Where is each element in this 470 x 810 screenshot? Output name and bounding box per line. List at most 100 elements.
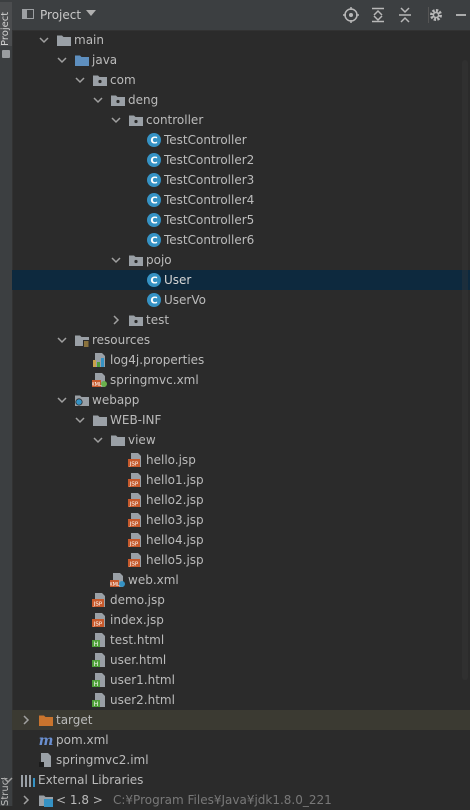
expand-all-icon[interactable]	[369, 6, 387, 24]
tree-row-user1-html-file[interactable]: Huser1.html	[12, 670, 470, 690]
tree-label: web.xml	[128, 573, 179, 587]
project-tree: main java com deng controller C TestController…	[3, 30, 470, 807]
tree-label: < 1.8 >	[56, 793, 103, 807]
chevron-right-icon[interactable]	[110, 314, 122, 326]
project-tool-icon[interactable]	[2, 50, 10, 58]
chevron-down-icon[interactable]	[56, 334, 68, 346]
tree-label: External Libraries	[38, 773, 144, 787]
html-icon: H	[92, 632, 108, 648]
tree-row-testcontroller4-class[interactable]: C TestController4	[12, 190, 470, 210]
class-icon: C	[146, 292, 162, 308]
folder-blue-icon	[74, 52, 90, 68]
tree-label: main	[74, 33, 104, 47]
tree-row-hello-jsp-file[interactable]: JSP hello.jsp	[12, 450, 470, 470]
tree-row-hello4-jsp-file[interactable]: JSP hello4.jsp	[12, 530, 470, 550]
tree-row-resources-folder[interactable]: resources	[12, 330, 470, 350]
spring-xml-icon: XML	[92, 372, 108, 388]
svg-text:JSP: JSP	[129, 462, 139, 468]
tree-label: controller	[146, 113, 204, 127]
tree-row-web-inf-folder[interactable]: WEB-INF	[12, 410, 470, 430]
tree-row-pom-xml-file[interactable]: m pom.xml	[12, 730, 470, 750]
tree-row-target-folder[interactable]: target	[12, 710, 470, 730]
tree-row-com-package[interactable]: com	[12, 70, 470, 90]
libraries-icon	[20, 772, 36, 788]
tree-label: com	[110, 73, 136, 87]
chevron-down-icon[interactable]	[110, 254, 122, 266]
tree-label: hello4.jsp	[146, 533, 204, 547]
tree-row-hello3-jsp-file[interactable]: JSP hello3.jsp	[12, 510, 470, 530]
chevron-down-icon[interactable]	[110, 114, 122, 126]
tree-scrollbar[interactable]	[462, 60, 468, 680]
chevron-down-icon[interactable]	[56, 394, 68, 406]
tree-row-pojo-package[interactable]: pojo	[12, 250, 470, 270]
tree-row-springmvc2-iml-file[interactable]: springmvc2.iml	[12, 750, 470, 770]
tree-label: TestController3	[164, 173, 255, 187]
tree-row-test-package[interactable]: test	[12, 310, 470, 330]
tree-row-hello5-jsp-file[interactable]: JSP hello5.jsp	[12, 550, 470, 570]
html-icon: H	[92, 692, 108, 708]
tree-row-test-html-file[interactable]: Htest.html	[12, 630, 470, 650]
tree-label: view	[128, 433, 156, 447]
jsp-icon: JSP	[128, 512, 144, 528]
tree-row-demo-jsp-file[interactable]: JSP demo.jsp	[12, 590, 470, 610]
tree-row-springmvc-xml-file[interactable]: XML springmvc.xml	[12, 370, 470, 390]
tree-row-view-folder[interactable]: view	[12, 430, 470, 450]
minimize-icon[interactable]	[452, 6, 470, 24]
tree-row-java-source-folder[interactable]: java	[12, 50, 470, 70]
tree-label: hello2.jsp	[146, 493, 204, 507]
chevron-down-icon[interactable]	[2, 774, 14, 786]
tree-row-testcontroller-class[interactable]: C TestController	[12, 130, 470, 150]
tree-row-jdk-1-8-library[interactable]: < 1.8 > C:¥Program Files¥Java¥jdk1.8.0_22…	[12, 790, 470, 810]
tree-row-main-folder[interactable]: main	[12, 30, 470, 50]
jsp-icon: JSP	[128, 492, 144, 508]
chevron-right-icon[interactable]	[20, 794, 32, 806]
tree-label: test	[146, 313, 170, 327]
tree-row-deng-package[interactable]: deng	[12, 90, 470, 110]
chevron-down-icon[interactable]	[74, 414, 86, 426]
tree-label: TestController4	[164, 193, 255, 207]
tree-row-user-class[interactable]: C User	[12, 270, 470, 290]
project-tool-tab[interactable]: Project	[0, 2, 12, 46]
tree-row-controller-package[interactable]: controller	[12, 110, 470, 130]
project-view-selector[interactable]: Project	[40, 8, 81, 22]
chevron-down-icon[interactable]	[74, 74, 86, 86]
tree-row-hello1-jsp-file[interactable]: JSP hello1.jsp	[12, 470, 470, 490]
chevron-down-icon[interactable]	[92, 434, 104, 446]
chevron-down-icon[interactable]	[38, 34, 50, 46]
tree-row-testcontroller3-class[interactable]: C TestController3	[12, 170, 470, 190]
svg-text:H: H	[94, 681, 99, 688]
tree-row-hello2-jsp-file[interactable]: JSP hello2.jsp	[12, 490, 470, 510]
tree-row-testcontroller2-class[interactable]: C TestController2	[12, 150, 470, 170]
chevron-down-icon[interactable]	[92, 94, 104, 106]
iml-icon	[38, 752, 54, 768]
tree-row-uservo-class[interactable]: C UserVo	[12, 290, 470, 310]
chevron-down-icon[interactable]	[56, 54, 68, 66]
tree-label: springmvc2.iml	[56, 753, 149, 767]
tree-label: TestController6	[164, 233, 255, 247]
tree-label: log4j.properties	[110, 353, 205, 367]
svg-text:C: C	[150, 216, 157, 227]
tree-row-testcontroller6-class[interactable]: C TestController6	[12, 230, 470, 250]
package-icon	[128, 112, 144, 128]
locate-icon[interactable]	[342, 6, 360, 24]
svg-text:C: C	[150, 276, 157, 287]
collapse-all-icon[interactable]	[396, 6, 414, 24]
tree-row-webapp-folder[interactable]: webapp	[12, 390, 470, 410]
folder-icon	[110, 432, 126, 448]
tree-row-external-libraries[interactable]: External Libraries	[3, 770, 470, 790]
tree-row-web-xml-file[interactable]: XML web.xml	[12, 570, 470, 590]
class-icon: C	[146, 172, 162, 188]
tree-label: pojo	[146, 253, 172, 267]
svg-text:JSP: JSP	[129, 562, 139, 568]
tree-row-testcontroller5-class[interactable]: C TestController5	[12, 210, 470, 230]
web-xml-icon: XML	[110, 572, 126, 588]
tree-label: target	[56, 713, 93, 727]
tree-row-index-jsp-file[interactable]: JSP index.jsp	[12, 610, 470, 630]
gear-icon[interactable]	[427, 6, 445, 24]
tree-row-log4j-properties-file[interactable]: log4j.properties	[12, 350, 470, 370]
chevron-right-icon[interactable]	[20, 714, 32, 726]
tree-row-user2-html-file[interactable]: Huser2.html	[12, 690, 470, 710]
tree-label: deng	[128, 93, 159, 107]
tree-row-user-html-file[interactable]: Huser.html	[12, 650, 470, 670]
chevron-down-icon[interactable]	[86, 10, 96, 16]
